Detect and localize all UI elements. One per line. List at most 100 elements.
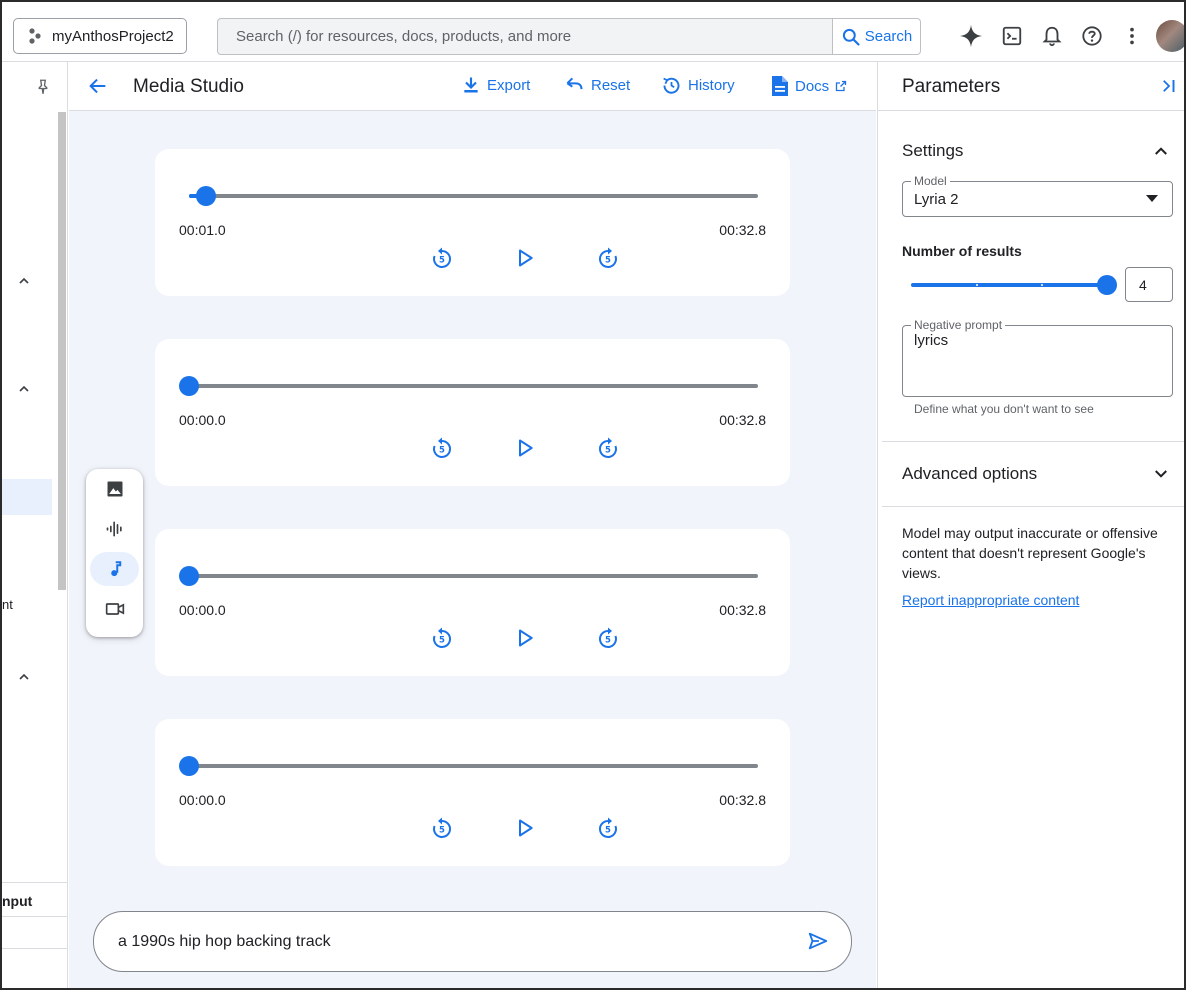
negative-prompt-field[interactable]: Negative prompt lyrics xyxy=(902,318,1173,397)
help-icon[interactable] xyxy=(1080,24,1104,48)
svg-text:5: 5 xyxy=(605,826,611,836)
model-disclaimer: Model may output inaccurate or offensive… xyxy=(902,525,1158,581)
search-input[interactable]: Search (/) for resources, docs, products… xyxy=(217,18,833,55)
forward-5-icon[interactable]: 5 xyxy=(596,436,620,460)
open-in-new-icon xyxy=(836,80,847,92)
report-content-link[interactable]: Report inappropriate content xyxy=(902,592,1079,608)
chevron-down-icon[interactable] xyxy=(1152,465,1170,483)
duration-time: 00:32.8 xyxy=(719,602,766,618)
play-icon[interactable] xyxy=(513,436,537,460)
progress-knob[interactable] xyxy=(179,566,199,586)
play-icon[interactable] xyxy=(513,816,537,840)
image-icon[interactable] xyxy=(90,472,139,506)
duration-time: 00:32.8 xyxy=(719,792,766,808)
music-note-icon[interactable] xyxy=(90,552,139,586)
download-icon xyxy=(464,77,478,93)
prompt-input[interactable]: a 1990s hip hop backing track xyxy=(93,911,852,972)
search-button-label: Search xyxy=(864,28,913,45)
chevron-up-icon[interactable] xyxy=(16,669,32,685)
audio-player: 00:00.0 00:32.8 5 5 xyxy=(155,339,790,486)
progress-track[interactable] xyxy=(189,186,758,206)
audio-player: 00:00.0 00:32.8 5 5 xyxy=(155,529,790,676)
replay-5-icon[interactable]: 5 xyxy=(430,626,454,650)
slider-tick xyxy=(976,284,978,286)
export-button[interactable]: Export xyxy=(461,75,530,95)
nav-item-label[interactable]: nput xyxy=(2,893,32,909)
model-label: Model xyxy=(911,174,950,188)
audio-player: 00:01.0 00:32.8 5 5 xyxy=(155,149,790,296)
progress-knob[interactable] xyxy=(179,376,199,396)
media-type-picker xyxy=(86,469,143,637)
replay-5-icon[interactable]: 5 xyxy=(430,246,454,270)
replay-5-icon[interactable]: 5 xyxy=(430,816,454,840)
section-divider xyxy=(882,506,1186,507)
advanced-options-title[interactable]: Advanced options xyxy=(902,464,1037,484)
reset-button[interactable]: Reset xyxy=(563,75,630,95)
back-arrow-icon[interactable] xyxy=(87,75,109,102)
notifications-bell-icon[interactable] xyxy=(1040,24,1064,48)
parameters-panel: Parameters Settings Model Lyria 2 Number… xyxy=(877,62,1186,990)
chevron-up-icon[interactable] xyxy=(16,273,32,289)
svg-text:5: 5 xyxy=(605,256,611,266)
model-select[interactable]: Model Lyria 2 xyxy=(902,174,1173,217)
studio-header: Media Studio Export Reset History Docs xyxy=(69,62,876,111)
section-divider xyxy=(882,441,1186,442)
nav-scrollbar[interactable] xyxy=(58,112,66,590)
forward-5-icon[interactable]: 5 xyxy=(596,816,620,840)
user-avatar[interactable] xyxy=(1156,20,1186,52)
cloud-shell-icon[interactable] xyxy=(1000,24,1024,48)
search-icon xyxy=(842,28,860,46)
slider-tick xyxy=(1041,284,1043,286)
nav-item-selected[interactable] xyxy=(0,479,52,515)
progress-track[interactable] xyxy=(179,756,758,776)
number-of-results-slider[interactable] xyxy=(911,275,1117,295)
progress-track[interactable] xyxy=(179,376,758,396)
parameters-title: Parameters xyxy=(902,76,1001,97)
svg-text:5: 5 xyxy=(439,826,445,836)
prompt-text: a 1990s hip hop backing track xyxy=(118,932,331,950)
search-placeholder: Search (/) for resources, docs, products… xyxy=(236,28,572,45)
pin-icon[interactable] xyxy=(34,78,52,101)
progress-knob[interactable] xyxy=(179,756,199,776)
project-picker-button[interactable]: myAnthosProject2 xyxy=(13,18,187,54)
undo-icon xyxy=(566,77,583,90)
project-name: myAnthosProject2 xyxy=(52,27,174,45)
document-icon xyxy=(772,76,788,96)
forward-5-icon[interactable]: 5 xyxy=(596,246,620,270)
page-title: Media Studio xyxy=(133,76,244,97)
progress-track[interactable] xyxy=(179,566,758,586)
chevron-up-icon[interactable] xyxy=(1152,142,1170,160)
video-icon[interactable] xyxy=(90,592,139,626)
docs-link[interactable]: Docs xyxy=(771,75,847,97)
history-label: History xyxy=(688,77,735,94)
svg-text:5: 5 xyxy=(605,446,611,456)
gemini-spark-icon[interactable] xyxy=(959,24,983,48)
settings-section-title[interactable]: Settings xyxy=(902,141,963,161)
project-hierarchy-icon xyxy=(29,28,41,44)
collapse-panel-icon[interactable] xyxy=(1160,77,1178,100)
number-of-results-input[interactable]: 4 xyxy=(1125,267,1173,302)
send-icon[interactable] xyxy=(807,930,829,957)
nav-item-label[interactable]: nt xyxy=(2,597,13,612)
dropdown-arrow-icon xyxy=(1146,195,1158,202)
current-time: 00:00.0 xyxy=(179,792,226,808)
current-time: 00:01.0 xyxy=(179,222,226,238)
forward-5-icon[interactable]: 5 xyxy=(596,626,620,650)
slider-knob[interactable] xyxy=(1097,275,1117,295)
progress-knob[interactable] xyxy=(196,186,217,206)
chevron-up-icon[interactable] xyxy=(16,381,32,397)
history-button[interactable]: History xyxy=(661,75,735,96)
nav-divider xyxy=(0,916,68,917)
search-button[interactable]: Search xyxy=(832,18,921,55)
top-bar: myAnthosProject2 Search (/) for resource… xyxy=(0,0,1186,62)
replay-5-icon[interactable]: 5 xyxy=(430,436,454,460)
audio-player: 00:00.0 00:32.8 5 5 xyxy=(155,719,790,866)
audio-waveform-icon[interactable] xyxy=(90,512,139,546)
export-label: Export xyxy=(487,76,531,94)
history-icon xyxy=(663,77,680,94)
play-icon[interactable] xyxy=(513,626,537,650)
negative-prompt-hint: Define what you don't want to see xyxy=(914,402,1094,416)
play-icon[interactable] xyxy=(513,246,537,270)
more-vert-icon[interactable] xyxy=(1120,24,1144,48)
nav-divider xyxy=(0,882,68,883)
